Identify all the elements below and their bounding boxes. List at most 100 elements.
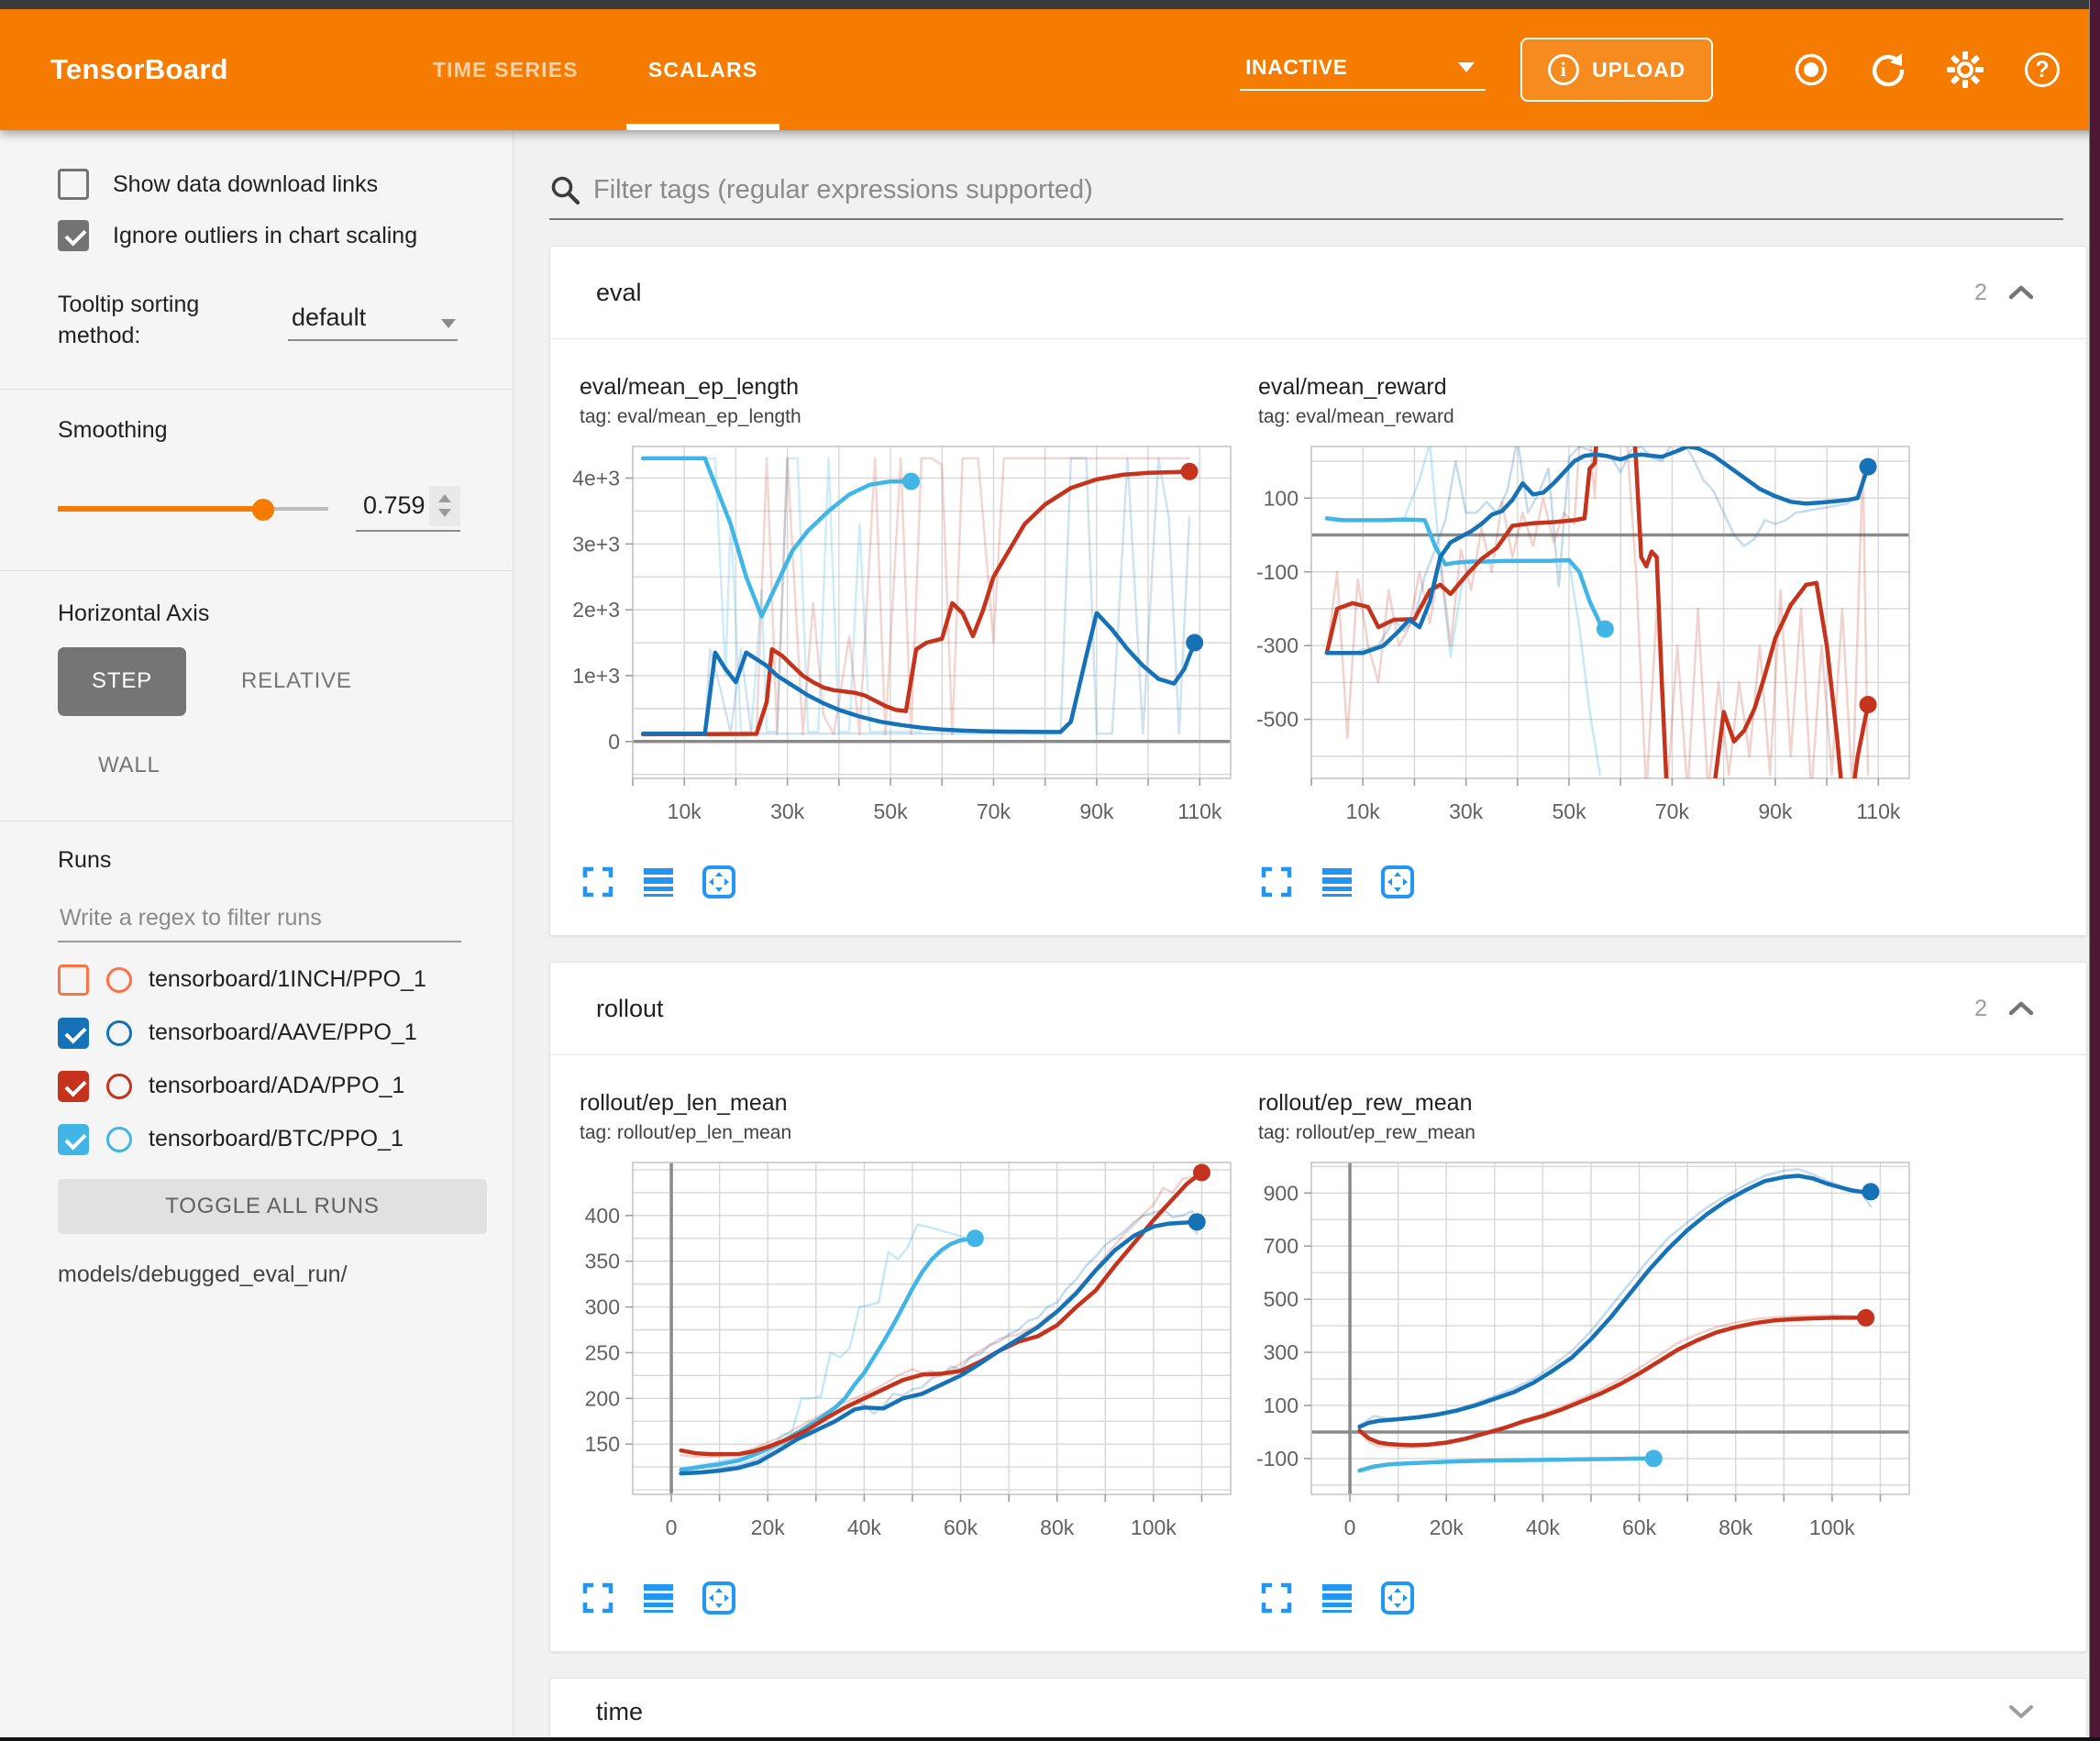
run-row-1inch[interactable]: tensorboard/1INCH/PPO_1 — [58, 964, 487, 996]
spinner-up-icon[interactable] — [438, 494, 451, 502]
expand-chart-icon[interactable] — [580, 1580, 616, 1616]
upload-button[interactable]: UPLOAD — [1520, 38, 1713, 102]
chart-card-rollout-ep-len-mean: rollout/ep_len_mean tag: rollout/ep_len_… — [561, 1090, 1240, 1624]
expand-chart-icon[interactable] — [580, 864, 616, 900]
svg-text:200: 200 — [585, 1386, 620, 1410]
runs-filter-input[interactable] — [58, 899, 461, 942]
tag-filter[interactable] — [549, 174, 2063, 220]
chart-tag: tag: rollout/ep_rew_mean — [1258, 1122, 1918, 1144]
ignore-outliers-checkbox[interactable]: Ignore outliers in chart scaling — [58, 220, 487, 251]
svg-text:3e+3: 3e+3 — [572, 532, 620, 556]
axis-step-button[interactable]: STEP — [58, 647, 186, 716]
svg-text:10k: 10k — [668, 799, 702, 823]
window-right-edge — [2089, 0, 2100, 1741]
line-chart[interactable]: 020k40k60k80k100k150200250300350400 — [561, 1157, 1240, 1574]
section-card-time[interactable]: time — [549, 1678, 2087, 1741]
section-card-rollout: rollout 2 rollout/ep_len_mean tag: rollo… — [549, 962, 2087, 1652]
run-color-circle-icon — [106, 1020, 132, 1046]
section-header-rollout[interactable]: rollout 2 — [550, 963, 2086, 1054]
svg-text:110k: 110k — [1856, 799, 1901, 823]
data-rows-icon[interactable] — [1319, 1580, 1355, 1616]
tag-filter-input[interactable] — [593, 175, 2063, 205]
svg-text:100: 100 — [1264, 486, 1299, 510]
smoothing-slider[interactable] — [58, 499, 328, 519]
line-chart[interactable]: 10k30k50k70k90k110k100-100-300-500 — [1240, 441, 1918, 858]
tab-scalars[interactable]: SCALARS — [613, 9, 793, 130]
svg-text:-100: -100 — [1256, 1447, 1299, 1471]
checkbox-unchecked[interactable] — [58, 169, 89, 200]
brightness-icon[interactable] — [1790, 49, 1832, 91]
settings-sidebar: Show data download links Ignore outliers… — [0, 130, 514, 1741]
svg-text:100k: 100k — [1809, 1515, 1855, 1539]
window-bottom-edge — [0, 1737, 2100, 1741]
checkbox-checked[interactable] — [58, 220, 89, 251]
run-checkbox[interactable] — [58, 964, 89, 996]
run-color-circle-icon — [106, 967, 132, 993]
run-row-aave[interactable]: tensorboard/AAVE/PPO_1 — [58, 1018, 487, 1049]
tab-bar: TIME SERIES SCALARS — [398, 9, 792, 130]
chevron-up-icon[interactable] — [2007, 283, 2035, 302]
svg-text:100k: 100k — [1131, 1515, 1177, 1539]
help-icon[interactable] — [2021, 49, 2063, 91]
axis-wall-button[interactable]: WALL — [98, 753, 160, 778]
section-count: 2 — [1974, 280, 1987, 306]
run-row-ada[interactable]: tensorboard/ADA/PPO_1 — [58, 1071, 487, 1102]
svg-text:70k: 70k — [1655, 799, 1690, 823]
section-count: 2 — [1974, 996, 1987, 1022]
svg-text:0: 0 — [666, 1515, 678, 1539]
svg-text:100: 100 — [1264, 1394, 1299, 1417]
tooltip-sorting-label: Tooltip sorting method: — [58, 290, 264, 352]
number-spinner[interactable] — [429, 486, 460, 526]
svg-text:60k: 60k — [1622, 1515, 1657, 1539]
fit-domain-icon[interactable] — [701, 1580, 737, 1616]
chart-card-eval-mean-ep-length: eval/mean_ep_length tag: eval/mean_ep_le… — [561, 374, 1240, 908]
fit-domain-icon[interactable] — [1379, 1580, 1416, 1616]
chart-title: eval/mean_ep_length — [580, 374, 1240, 401]
run-checkbox[interactable] — [58, 1071, 89, 1102]
svg-text:0: 0 — [1344, 1515, 1356, 1539]
run-checkbox[interactable] — [58, 1124, 89, 1155]
svg-text:60k: 60k — [944, 1515, 978, 1539]
line-chart[interactable]: 020k40k60k80k100k900700500300100-100 — [1240, 1157, 1918, 1574]
show-download-links-checkbox[interactable]: Show data download links — [58, 169, 487, 200]
line-chart[interactable]: 10k30k50k70k90k110k01e+32e+33e+34e+3 — [561, 441, 1240, 858]
svg-text:40k: 40k — [847, 1515, 882, 1539]
run-row-btc[interactable]: tensorboard/BTC/PPO_1 — [58, 1124, 487, 1155]
svg-text:300: 300 — [1264, 1340, 1299, 1364]
chart-tag: tag: eval/mean_reward — [1258, 406, 1918, 428]
main-content: eval 2 eval/mean_ep_length tag: eval/mea… — [514, 130, 2089, 1741]
expand-chart-icon[interactable] — [1258, 864, 1295, 900]
svg-text:-500: -500 — [1256, 708, 1299, 732]
app-header: TensorBoard TIME SERIES SCALARS INACTIVE… — [0, 9, 2100, 130]
chevron-up-icon[interactable] — [2007, 999, 2035, 1018]
chevron-down-icon[interactable] — [2007, 1702, 2035, 1721]
expand-chart-icon[interactable] — [1258, 1580, 1295, 1616]
refresh-icon[interactable] — [1867, 49, 1909, 91]
svg-text:4e+3: 4e+3 — [572, 466, 620, 490]
chart-tag: tag: eval/mean_ep_length — [580, 406, 1240, 428]
run-color-circle-icon — [106, 1074, 132, 1099]
info-icon — [1548, 54, 1579, 85]
upload-status-dropdown[interactable]: INACTIVE — [1240, 50, 1486, 91]
data-rows-icon[interactable] — [640, 864, 677, 900]
spinner-down-icon[interactable] — [438, 509, 451, 517]
section-header-eval[interactable]: eval 2 — [550, 247, 2086, 338]
chart-card-eval-mean-reward: eval/mean_reward tag: eval/mean_reward 1… — [1240, 374, 1918, 908]
svg-text:70k: 70k — [977, 799, 1011, 823]
smoothing-value-field[interactable]: 0.759 — [356, 486, 460, 532]
tooltip-sorting-select[interactable]: default — [288, 300, 458, 341]
fit-domain-icon[interactable] — [1379, 864, 1416, 900]
fit-domain-icon[interactable] — [701, 864, 737, 900]
browser-top-edge — [0, 0, 2100, 9]
settings-gear-icon[interactable] — [1944, 49, 1986, 91]
slider-thumb[interactable] — [252, 499, 274, 521]
svg-text:90k: 90k — [1758, 799, 1793, 823]
run-checkbox[interactable] — [58, 1018, 89, 1049]
data-rows-icon[interactable] — [1319, 864, 1355, 900]
svg-text:80k: 80k — [1719, 1515, 1753, 1539]
axis-relative-button[interactable]: RELATIVE — [241, 668, 352, 694]
toggle-all-runs-button[interactable]: TOGGLE ALL RUNS — [58, 1179, 487, 1234]
tab-time-series[interactable]: TIME SERIES — [398, 9, 613, 130]
data-rows-icon[interactable] — [640, 1580, 677, 1616]
svg-text:90k: 90k — [1079, 799, 1114, 823]
